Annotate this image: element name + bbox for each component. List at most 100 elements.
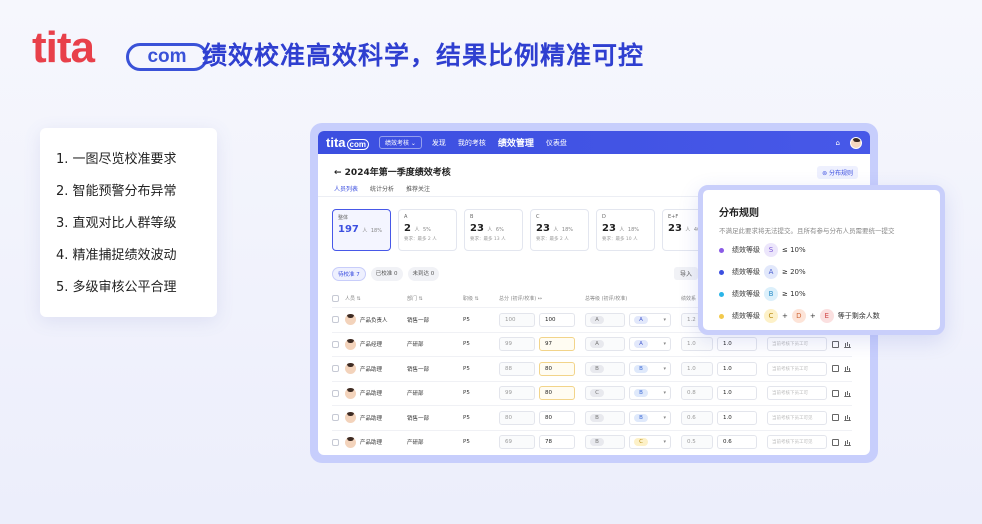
col-dept[interactable]: 部门 ⇅ <box>407 295 463 302</box>
feature-item: 3. 直观对比人群等级 <box>56 216 177 231</box>
coefficient-input[interactable]: 1.0 <box>717 386 757 400</box>
chart-icon[interactable] <box>844 365 851 372</box>
detail-icon[interactable] <box>832 414 839 421</box>
calibrated-grade-select[interactable]: B ▾ <box>629 410 671 425</box>
remark-input[interactable]: 当前考核下员工可 <box>767 337 827 351</box>
avatar <box>345 363 356 374</box>
filter-pending[interactable]: 待校准 7 <box>332 267 366 281</box>
nav-item-dashboard[interactable]: 仪表盘 <box>546 138 567 148</box>
grade-card-b[interactable]: B 23 人 6% 要求：最多 13 人 <box>464 209 523 251</box>
page-title[interactable]: ← 2024年第一季度绩效考核 <box>334 165 451 178</box>
row-checkbox[interactable] <box>332 365 339 372</box>
rule-row: 绩效等级 S ≤ 10% <box>719 243 924 257</box>
calibrated-score-input[interactable]: 80 <box>539 361 575 376</box>
grade-pill: B <box>590 413 604 422</box>
col-level[interactable]: 职级 ⇅ <box>463 295 499 302</box>
rule-row-remaining: 绩效等级 C + D + E 等于剩余人数 <box>719 309 924 323</box>
nav-item-performance[interactable]: 绩效管理 <box>498 136 534 149</box>
remark-input[interactable]: 当前考核下员工可 <box>767 361 827 376</box>
table-row[interactable]: 产品助理 产研部 P5 69 78 B C ▾ 0.5 0.6 当前考核下员工可见 <box>332 429 852 454</box>
coefficient-input[interactable]: 1.0 <box>717 410 757 425</box>
chevron-down-icon: ▾ <box>663 414 666 421</box>
initial-grade: B <box>585 435 625 449</box>
dept-cell: 产研部 <box>407 391 424 397</box>
calibrated-grade-select[interactable]: B ▾ <box>629 361 671 376</box>
chart-icon[interactable] <box>844 341 851 348</box>
calibrated-score-input[interactable]: 80 <box>539 386 575 400</box>
rule-row: 绩效等级 B ≥ 10% <box>719 287 924 301</box>
grade-card-d[interactable]: D 23 人 18% 要求：最多 10 人 <box>596 209 655 251</box>
rule-label: 绩效等级 <box>732 246 760 254</box>
card-sub: 要求：最多 2 人 <box>404 237 437 242</box>
dept-cell: 销售一部 <box>407 317 430 324</box>
grade-pill: C <box>634 438 648 446</box>
remark-input[interactable]: 当前考核下员工可 <box>767 386 827 400</box>
calibrated-score-input[interactable]: 80 <box>539 410 575 425</box>
grade-card-c[interactable]: C 23 人 18% 要求：最多 2 人 <box>530 209 589 251</box>
tita-logo: tita com <box>32 26 208 78</box>
calibrated-grade-select[interactable]: A ▾ <box>629 312 671 327</box>
level-cell: P5 <box>463 316 470 323</box>
initial-score: 88 <box>499 361 535 376</box>
distribution-rule-button[interactable]: ⊚ 分布规则 <box>817 166 858 179</box>
detail-icon[interactable] <box>832 365 839 372</box>
filter-calibrated[interactable]: 已校准 0 <box>370 267 403 281</box>
chart-icon[interactable] <box>844 414 851 421</box>
grade-pill: B <box>634 413 648 422</box>
initial-coefficient: 0.6 <box>681 410 713 425</box>
detail-icon[interactable] <box>832 438 839 446</box>
calibrated-score-input[interactable]: 78 <box>539 435 575 449</box>
app-logo[interactable]: tita com <box>326 135 369 150</box>
initial-grade: B <box>585 410 625 425</box>
module-dropdown[interactable]: 绩效考核 ⌄ <box>378 136 422 149</box>
grade-card-overall[interactable]: 整体 197 人 18% <box>332 209 391 251</box>
nav-item-my-review[interactable]: 我的考核 <box>458 138 486 148</box>
calibrated-grade-select[interactable]: C ▾ <box>629 435 671 449</box>
coefficient-input[interactable]: 1.0 <box>717 337 757 351</box>
row-checkbox[interactable] <box>332 316 339 323</box>
person-role: 产品助理 <box>360 440 383 446</box>
nav-item-discover[interactable]: 发现 <box>432 138 446 148</box>
row-checkbox[interactable] <box>332 340 339 348</box>
rule-condition: 等于剩余人数 <box>837 312 880 320</box>
select-all-checkbox[interactable] <box>332 294 339 302</box>
grade-pill: C <box>590 389 604 397</box>
chevron-down-icon: ▾ <box>663 316 666 323</box>
card-unit: 人 <box>619 227 625 233</box>
initial-grade: C <box>585 386 625 400</box>
grade-card-a[interactable]: A 2 人 5% 要求：最多 2 人 <box>398 209 457 251</box>
col-score[interactable]: 总分 (初评/校准) ↔ <box>499 295 585 302</box>
card-label: A <box>404 214 408 220</box>
row-checkbox[interactable] <box>332 414 339 421</box>
card-unit: 人 <box>685 227 691 233</box>
table-row[interactable]: 产品助理 销售一部 P5 88 80 B B ▾ 1.0 1.0 当前考核下员工可 <box>332 356 852 380</box>
coefficient-input[interactable]: 1.0 <box>717 361 757 376</box>
filter-not-reached[interactable]: 未到达 0 <box>407 267 440 281</box>
chart-icon[interactable] <box>844 390 851 397</box>
avatar <box>345 338 356 350</box>
table-row[interactable]: 产品经理 产研部 P5 99 97 A A ▾ 1.0 1.0 当前考核下员工可 <box>332 331 852 356</box>
detail-icon[interactable] <box>832 389 839 397</box>
calibrated-grade-select[interactable]: A ▾ <box>629 337 671 351</box>
row-checkbox[interactable] <box>332 389 339 397</box>
grade-pill: A <box>590 340 604 348</box>
table-row[interactable]: 产品助理 销售一部 P5 80 80 B B ▾ 0.6 1.0 当前考核下员工可… <box>332 405 852 429</box>
user-avatar[interactable] <box>850 136 862 149</box>
initial-grade: A <box>585 312 625 327</box>
chevron-down-icon: ▾ <box>663 439 666 445</box>
rule-label: 绩效等级 <box>732 290 760 298</box>
col-person[interactable]: 人员 ⇅ <box>345 295 407 302</box>
calibrated-score-input[interactable]: 97 <box>539 337 575 351</box>
bell-icon[interactable]: ⌂ <box>836 139 840 147</box>
import-button[interactable]: 导入 <box>674 267 699 280</box>
remark-input[interactable]: 当前考核下员工可见 <box>767 410 827 425</box>
person-role: 产品助理 <box>360 366 383 373</box>
remark-input[interactable]: 当前考核下员工可见 <box>767 435 827 449</box>
detail-icon[interactable] <box>832 340 839 348</box>
row-checkbox[interactable] <box>332 438 339 446</box>
calibrated-grade-select[interactable]: B ▾ <box>629 386 671 400</box>
chart-icon[interactable] <box>844 439 851 446</box>
coefficient-input[interactable]: 0.6 <box>717 435 757 449</box>
calibrated-score-input[interactable]: 100 <box>539 312 575 327</box>
table-row[interactable]: 产品助理 产研部 P5 99 80 C B ▾ 0.8 1.0 当前考核下员工可 <box>332 380 852 405</box>
